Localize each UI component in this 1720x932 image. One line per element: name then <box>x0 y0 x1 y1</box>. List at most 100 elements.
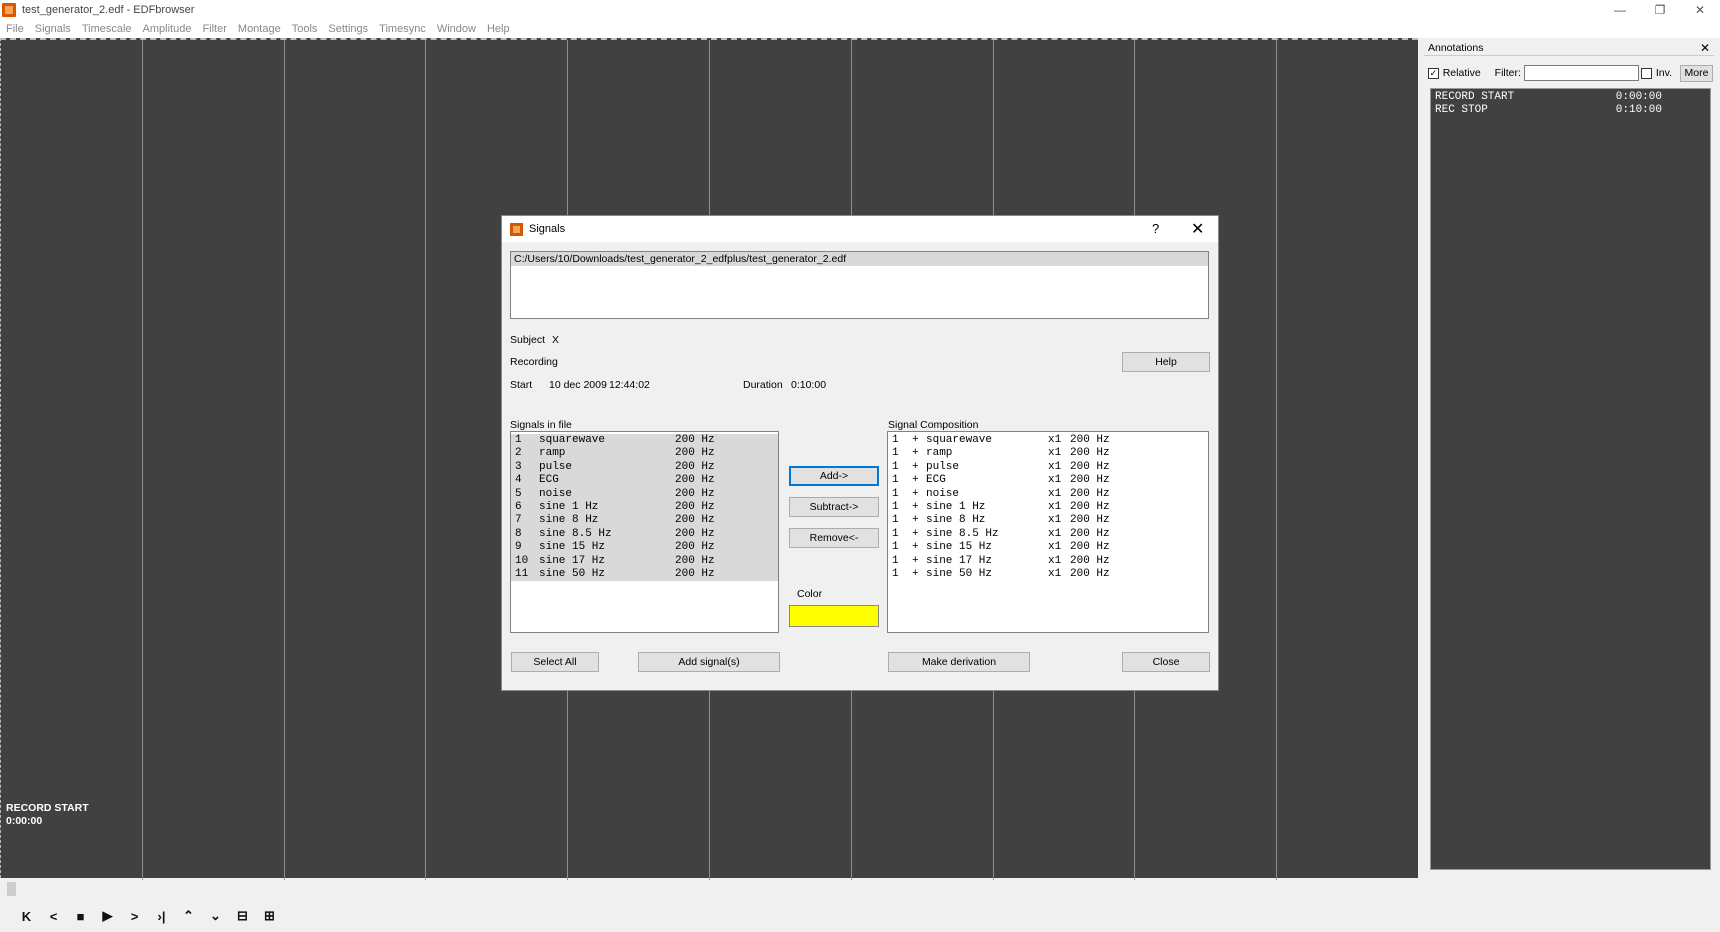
list-item[interactable]: 5 noise 200 Hz <box>511 487 778 501</box>
relative-checkbox[interactable]: ✓ <box>1428 67 1439 79</box>
list-item[interactable]: 1 + sine 8 Hz x1 200 Hz <box>888 514 1208 527</box>
inv-checkbox[interactable] <box>1641 67 1652 79</box>
remove-button[interactable]: Remove<- <box>789 528 879 548</box>
composition-factor: x1 <box>1048 447 1062 460</box>
list-item[interactable]: 11 sine 50 Hz 200 Hz <box>511 567 778 582</box>
list-item[interactable]: 2 ramp 200 Hz <box>511 447 778 461</box>
signal-rate: 200 Hz <box>675 474 715 487</box>
more-button[interactable]: More <box>1680 64 1713 82</box>
composition-number: 1 <box>892 434 899 446</box>
subtract-button[interactable]: Subtract-> <box>789 497 879 517</box>
composition-number: 1 <box>892 554 899 567</box>
signal-composition-list[interactable]: 1 + squarewave x1 200 Hz 1 + ramp x1 200 Hz 1 + pu… <box>887 431 1209 633</box>
menu-window[interactable]: Window <box>437 23 476 35</box>
menu-montage[interactable]: Montage <box>238 23 281 35</box>
dialog-title: Signals <box>529 223 566 235</box>
list-item[interactable]: 1 + ECG x1 200 Hz <box>888 474 1208 487</box>
list-item[interactable]: 10 sine 17 Hz 200 Hz <box>511 554 778 568</box>
annotations-title: Annotations <box>1428 41 1484 54</box>
amplitude-down-icon[interactable]: ⌄ <box>202 904 229 928</box>
grid-line <box>425 40 426 880</box>
select-all-button[interactable]: Select All <box>511 652 599 672</box>
dialog-close-icon[interactable]: ✕ <box>1191 219 1204 239</box>
composition-rate: 200 Hz <box>1070 447 1110 460</box>
composition-factor: x1 <box>1048 514 1062 527</box>
annotation-text: REC STOP <box>1435 104 1488 116</box>
filter-input[interactable] <box>1523 65 1640 81</box>
menu-timesync[interactable]: Timesync <box>379 23 426 35</box>
list-item[interactable]: 1 + sine 17 Hz x1 200 Hz <box>888 555 1208 568</box>
menu-signals[interactable]: Signals <box>35 23 71 35</box>
recording-label: Recording <box>510 356 558 368</box>
add-signals-button[interactable]: Add signal(s) <box>638 652 780 672</box>
menu-settings[interactable]: Settings <box>328 23 368 35</box>
list-item[interactable]: 1 + sine 50 Hz x1 200 Hz <box>888 568 1208 581</box>
list-item[interactable]: 7 sine 8 Hz 200 Hz <box>511 514 778 528</box>
restore-icon[interactable]: ❐ <box>1640 0 1680 20</box>
composition-sign: + <box>912 474 919 487</box>
previous-page-icon[interactable]: < <box>40 904 67 928</box>
first-page-icon[interactable]: K <box>13 904 40 928</box>
signal-number: 11 <box>515 567 529 580</box>
file-list[interactable]: C:/Users/10/Downloads/test_generator_2_e… <box>510 251 1209 319</box>
composition-name: pulse <box>926 460 960 473</box>
make-derivation-button[interactable]: Make derivation <box>888 652 1030 672</box>
signal-name: ramp <box>539 447 566 460</box>
list-item[interactable]: REC STOP 0:10:00 <box>1435 104 1662 117</box>
list-item[interactable]: 1 + ramp x1 200 Hz <box>888 447 1208 460</box>
menu-filter[interactable]: Filter <box>202 23 226 35</box>
list-item[interactable]: 1 + sine 1 Hz x1 200 Hz <box>888 501 1208 514</box>
composition-sign: + <box>912 514 919 527</box>
horizontal-scrollbar[interactable] <box>0 880 1720 898</box>
menu-file[interactable]: File <box>6 23 24 35</box>
menu-amplitude[interactable]: Amplitude <box>143 23 192 35</box>
menu-tools[interactable]: Tools <box>292 23 318 35</box>
scrollbar-thumb[interactable] <box>7 882 16 896</box>
add-button[interactable]: Add-> <box>789 466 879 486</box>
last-page-icon[interactable]: ›| <box>148 904 175 928</box>
file-path[interactable]: C:/Users/10/Downloads/test_generator_2_e… <box>511 252 1208 266</box>
dock-close-icon[interactable]: ✕ <box>1700 41 1710 55</box>
color-picker-button[interactable] <box>789 605 879 627</box>
composition-number: 1 <box>892 447 899 460</box>
list-item[interactable]: 1 + pulse x1 200 Hz <box>888 461 1208 474</box>
play-icon[interactable]: ▶ <box>94 904 121 928</box>
list-item[interactable]: 1 squarewave 200 Hz <box>511 434 778 448</box>
composition-rate: 200 Hz <box>1070 434 1110 446</box>
amplitude-up-icon[interactable]: ⌃ <box>175 904 202 928</box>
filter-label: Filter: <box>1494 67 1521 79</box>
list-item[interactable]: 8 sine 8.5 Hz 200 Hz <box>511 527 778 542</box>
menu-help[interactable]: Help <box>487 23 510 35</box>
annotation-list[interactable]: RECORD START 0:00:00 REC STOP 0:10:00 <box>1430 88 1711 870</box>
list-item[interactable]: 4 ECG 200 Hz <box>511 474 778 488</box>
minimize-icon[interactable]: — <box>1600 0 1640 20</box>
menu-timescale[interactable]: Timescale <box>82 23 132 35</box>
list-item[interactable]: 1 + sine 8.5 Hz x1 200 Hz <box>888 528 1208 541</box>
list-item[interactable]: 1 + sine 15 Hz x1 200 Hz <box>888 541 1208 554</box>
list-item[interactable]: 1 + squarewave x1 200 Hz <box>888 434 1208 447</box>
next-page-icon[interactable]: > <box>121 904 148 928</box>
list-item[interactable]: 3 pulse 200 Hz <box>511 460 778 475</box>
composition-factor: x1 <box>1048 434 1062 446</box>
window-close-icon[interactable]: ✕ <box>1680 0 1720 20</box>
list-item[interactable]: 6 sine 1 Hz 200 Hz <box>511 500 778 515</box>
stop-icon[interactable]: ■ <box>67 904 94 928</box>
window-titlebar: test_generator_2.edf - EDFbrowser — ❐ ✕ <box>0 0 1720 20</box>
context-help-icon[interactable]: ? <box>1152 221 1159 236</box>
composition-name: squarewave <box>926 434 993 446</box>
signal-rate: 200 Hz <box>675 434 715 446</box>
annotations-dock-titlebar: Annotations ✕ <box>1424 40 1714 56</box>
signal-name: sine 15 Hz <box>539 541 606 554</box>
list-item[interactable]: 9 sine 15 Hz 200 Hz <box>511 541 778 555</box>
help-button[interactable]: Help <box>1122 352 1210 372</box>
canvas-annotation-marker[interactable]: RECORD START 0:00:00 <box>6 802 89 828</box>
start-date: 10 dec 2009 <box>549 379 607 391</box>
composition-name: ECG <box>926 474 946 487</box>
list-item[interactable]: RECORD START 0:00:00 <box>1435 91 1662 104</box>
zoom-out-icon[interactable]: ⊟ <box>229 904 256 928</box>
zoom-in-icon[interactable]: ⊞ <box>256 904 283 928</box>
signals-in-file-list[interactable]: 1 squarewave 200 Hz 2 ramp 200 Hz 3 pulse 200 … <box>510 431 779 633</box>
duration-label: Duration <box>743 379 783 391</box>
list-item[interactable]: 1 + noise x1 200 Hz <box>888 488 1208 501</box>
close-button[interactable]: Close <box>1122 652 1210 672</box>
